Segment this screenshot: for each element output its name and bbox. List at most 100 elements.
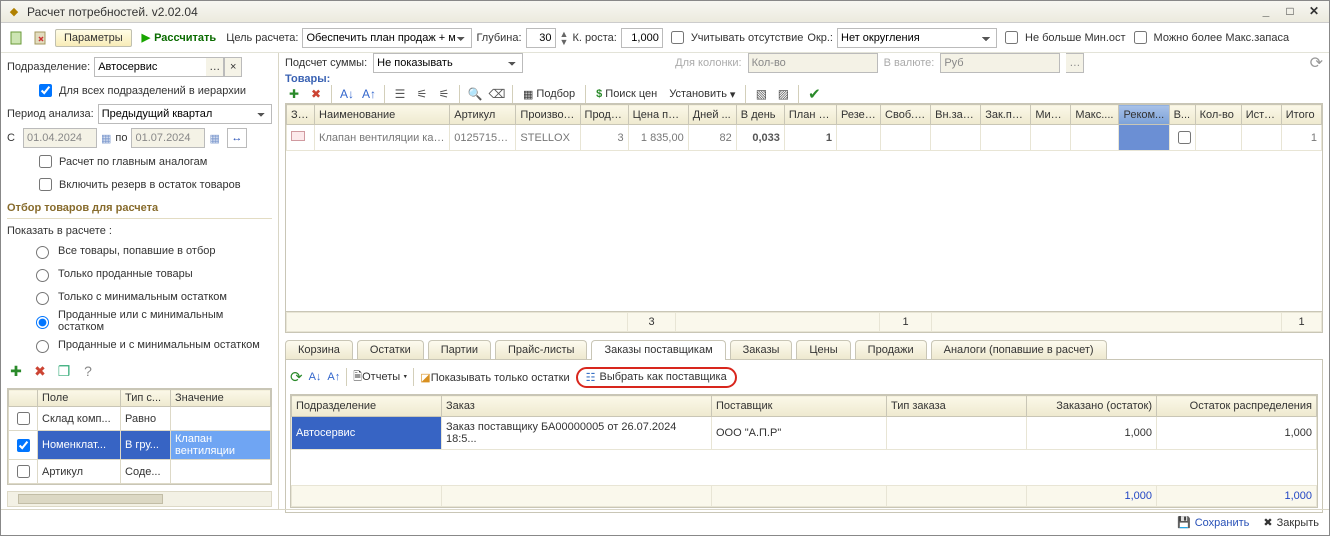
round-select[interactable]: [837, 28, 997, 48]
calendar-to-icon[interactable]: ▦: [209, 132, 219, 145]
reload-icon[interactable]: ⟳: [290, 368, 303, 386]
filter-icon[interactable]: ☰: [391, 85, 409, 103]
find-icon[interactable]: 🔍: [466, 85, 484, 103]
tab-pricelists[interactable]: Прайс-листы: [495, 340, 587, 359]
filter-row[interactable]: Номенклат... В гру... Клапан вентиляции: [9, 431, 271, 460]
tab-analogs[interactable]: Аналоги (попавшие в расчет): [931, 340, 1107, 359]
filter-grid[interactable]: Поле Тип с... Значение Склад комп... Рав…: [7, 388, 272, 485]
radio-all-goods[interactable]: Все товары, попавшие в отбор: [7, 241, 272, 260]
swap-dates-button[interactable]: ↔: [227, 128, 247, 148]
goods-row[interactable]: Клапан вентиляции кар... 0125715SX STELL…: [287, 125, 1322, 151]
remove-filter-icon[interactable]: ✖: [31, 362, 49, 380]
period-select[interactable]: [98, 104, 272, 124]
calculate-label: Рассчитать: [154, 32, 216, 44]
period-label: Период анализа:: [7, 108, 94, 120]
by-analog-checkbox[interactable]: Расчет по главным аналогам: [7, 152, 272, 171]
generic-icon-2[interactable]: [31, 28, 51, 48]
tab-sales[interactable]: Продажи: [855, 340, 927, 359]
show-only-rest-button[interactable]: ◪Показывать только остатки: [420, 371, 569, 384]
filter-row[interactable]: Склад комп... Равно: [9, 407, 271, 431]
set-button[interactable]: Установить ▾: [665, 87, 739, 102]
orders-empty-row: [292, 450, 1317, 486]
reports-button[interactable]: 🗎Отчеты ▾: [353, 368, 407, 387]
filter3-icon[interactable]: ⚟: [435, 85, 453, 103]
subdivision-clear-button[interactable]: ×: [224, 57, 242, 77]
filter-col-field[interactable]: Поле: [38, 390, 121, 407]
right-panel: Подсчет суммы: Для колонки: В валюте: … …: [279, 53, 1329, 509]
filter-col-type[interactable]: Тип с...: [121, 390, 171, 407]
sum-select[interactable]: [373, 53, 523, 73]
calendar-from-icon[interactable]: ▦: [101, 132, 111, 145]
close-button[interactable]: ✕: [1305, 5, 1323, 19]
copy-filter-icon[interactable]: ❐: [55, 362, 73, 380]
radio-min-stock[interactable]: Только с минимальным остатком: [7, 288, 272, 307]
sort-desc-icon[interactable]: A↑: [360, 85, 378, 103]
price-search-button[interactable]: $Поиск цен: [592, 87, 661, 101]
add-row-icon[interactable]: ✚: [285, 85, 303, 103]
tab-cart[interactable]: Корзина: [285, 340, 353, 359]
radio-sold-and-min[interactable]: Проданные и с минимальным остатком: [7, 335, 272, 354]
params-button[interactable]: Параметры: [55, 29, 132, 47]
refresh-icon[interactable]: ⟳: [1310, 53, 1323, 73]
misc1-icon[interactable]: ▧: [752, 85, 770, 103]
goal-label: Цель расчета:: [226, 32, 298, 44]
subdivision-lookup-button[interactable]: …: [206, 57, 224, 77]
sort-asc-icon[interactable]: A↓: [338, 85, 356, 103]
row-flag-checkbox[interactable]: [1178, 131, 1191, 144]
can-more-max-checkbox[interactable]: Можно более Макс.запаса: [1130, 28, 1290, 47]
add-filter-icon[interactable]: ✚: [7, 362, 25, 380]
orders-grid[interactable]: ПодразделениеЗаказПоставщик Тип заказаЗа…: [290, 394, 1318, 508]
clear-find-icon[interactable]: ⌫: [488, 85, 506, 103]
maximize-button[interactable]: □: [1281, 5, 1299, 19]
goal-select[interactable]: [302, 28, 472, 48]
growth-input[interactable]: [621, 28, 663, 48]
calculate-button[interactable]: Рассчитать: [136, 29, 223, 46]
delete-row-icon[interactable]: ✖: [307, 85, 325, 103]
filter-hscrollbar[interactable]: [7, 491, 272, 507]
filter2-icon[interactable]: ⚟: [413, 85, 431, 103]
goods-header-row[interactable]: За...НаименованиеАртикулПроизвод... Прод…: [287, 105, 1322, 125]
choose-as-supplier-button[interactable]: ☷ Выбрать как поставщика: [576, 367, 737, 388]
tab-orders[interactable]: Заказы: [730, 340, 793, 359]
report-icon: 🗎: [353, 371, 362, 383]
goods-grid[interactable]: За...НаименованиеАртикулПроизвод... Прод…: [285, 103, 1323, 312]
sort-desc2-icon[interactable]: A↑: [327, 371, 340, 383]
close-icon: ✖: [1263, 516, 1272, 529]
to-label: по: [115, 132, 127, 144]
include-reserve-checkbox[interactable]: Включить резерв в остаток товаров: [7, 175, 272, 194]
tab-prices[interactable]: Цены: [796, 340, 850, 359]
orders-row[interactable]: Автосервис Заказ поставщику БА00000005 о…: [292, 417, 1317, 450]
sort-asc2-icon[interactable]: A↓: [309, 371, 322, 383]
radio-sold-or-min[interactable]: Проданные или с минимальным остатком: [7, 311, 272, 331]
help-filter-icon[interactable]: ?: [79, 362, 97, 380]
date-to-input: [131, 128, 205, 148]
consider-absence-checkbox[interactable]: Учитывать отсутствие: [667, 28, 804, 47]
depth-label: Глубина:: [476, 32, 521, 44]
tab-batches[interactable]: Партии: [428, 340, 491, 359]
all-subdivisions-checkbox[interactable]: Для всех подразделений в иерархии: [7, 81, 272, 100]
date-from-input: [23, 128, 97, 148]
window-title: Расчет потребностей. v2.02.04: [27, 5, 1257, 19]
depth-stepper-icon[interactable]: ▲▼: [560, 30, 569, 46]
tab-supplier-orders[interactable]: Заказы поставщикам: [591, 340, 725, 360]
misc2-icon[interactable]: ▨: [774, 85, 792, 103]
filter-col-value[interactable]: Значение: [171, 390, 271, 407]
tab-panel: ⟳ A↓ A↑ 🗎Отчеты ▾ ◪Показывать только ост…: [285, 359, 1323, 513]
detail-tabs: Корзина Остатки Партии Прайс-листы Заказ…: [285, 339, 1323, 359]
orders-header-row[interactable]: ПодразделениеЗаказПоставщик Тип заказаЗа…: [292, 396, 1317, 417]
generic-icon-1[interactable]: [7, 28, 27, 48]
pick-button[interactable]: ▦Подбор: [519, 87, 579, 102]
pin-icon[interactable]: ✔: [805, 85, 823, 103]
radio-sold-only[interactable]: Только проданные товары: [7, 264, 272, 283]
depth-input[interactable]: [526, 28, 556, 48]
filter-row[interactable]: Артикул Соде...: [9, 460, 271, 484]
show-in-calc-label: Показать в расчете :: [7, 225, 272, 237]
close-window-button[interactable]: ✖ Закрыть: [1263, 516, 1319, 529]
currency-lookup-button: …: [1066, 53, 1084, 73]
minimize-button[interactable]: _: [1257, 5, 1275, 19]
save-button[interactable]: 💾 Сохранить: [1177, 516, 1249, 529]
subdivision-input[interactable]: [94, 57, 206, 77]
for-column-label: Для колонки:: [675, 57, 741, 69]
tab-stocks[interactable]: Остатки: [357, 340, 424, 359]
not-more-min-checkbox[interactable]: Не больше Мин.ост: [1001, 28, 1126, 47]
